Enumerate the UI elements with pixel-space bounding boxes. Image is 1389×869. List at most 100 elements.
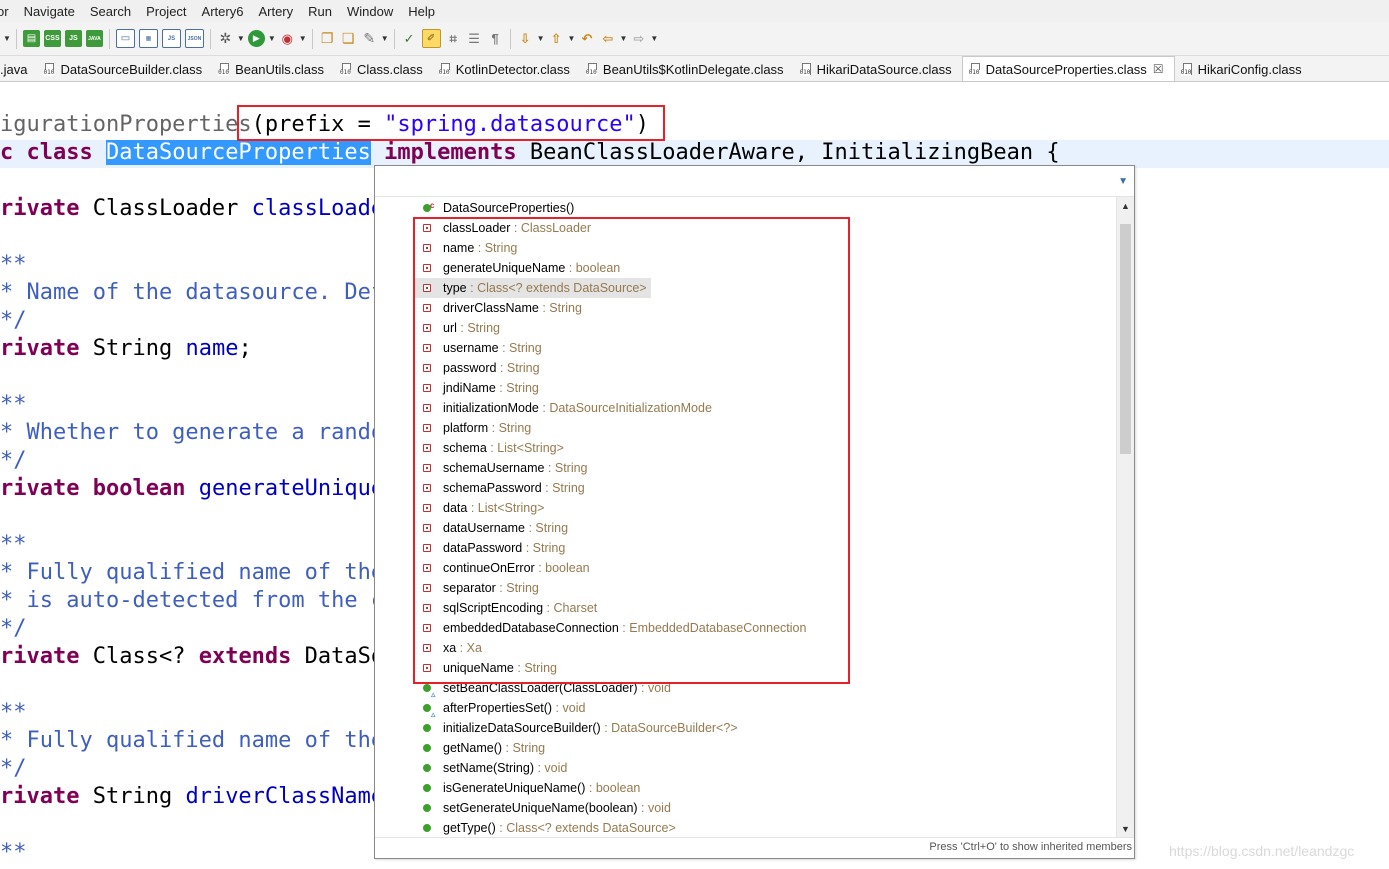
outline-item-name: schemaUsername [443,461,545,475]
js-file-icon[interactable]: JS [64,30,82,47]
tab-hikariconfig[interactable]: 010 HikariConfig.class [1175,57,1312,81]
outline-item[interactable]: schema : List<String> [415,438,568,458]
outline-item[interactable]: classLoader : ClassLoader [415,218,595,238]
outline-filter-input[interactable]: ▼ [375,166,1134,197]
search-icon[interactable]: ✎ [361,30,378,47]
menu-navigate[interactable]: Navigate [16,4,82,19]
outline-item[interactable]: isGenerateUniqueName() : boolean [415,778,644,798]
json-page-icon[interactable]: JSON [184,29,204,48]
show-whitespace-icon[interactable]: ¶ [487,30,504,47]
menu-window[interactable]: Window [339,4,400,19]
css-file-icon[interactable]: CSS [43,30,61,47]
forward-icon[interactable]: ⇨ [630,30,647,47]
outline-item[interactable]: ▵ afterPropertiesSet() : void [415,698,589,719]
outline-item[interactable]: initializeDataSourceBuilder() : DataSour… [415,718,742,738]
quick-outline-popup[interactable]: ▼ c DataSourceProperties() classLoader : C… [374,165,1135,859]
previous-annotation-icon[interactable]: ⇧ [548,30,565,47]
outline-item[interactable]: username : String [415,338,546,358]
outline-item[interactable]: sqlScriptEncoding : Charset [415,598,601,618]
outline-item[interactable]: uniqueName : String [415,658,561,678]
outline-item-name: xa [443,641,457,655]
last-edit-location-icon[interactable]: ↶ [578,30,595,47]
external-tools-icon[interactable]: ◉ [279,30,296,47]
css-page-icon[interactable]: ▦ [138,29,158,48]
back-icon[interactable]: ⇦ [599,30,616,47]
tab-datasourceproperties[interactable]: 010 DataSourceProperties.class ☒ [961,56,1175,81]
menu-artery[interactable]: Artery [250,4,300,19]
dropdown-arrow-icon[interactable]: ▼ [3,34,11,43]
menu-editor[interactable]: or [0,4,16,19]
dropdown-arrow-icon[interactable]: ▼ [381,34,389,43]
outline-item[interactable]: password : String [415,358,544,378]
debug-icon[interactable]: ✲ [217,30,234,47]
view-menu-icon[interactable]: ▼ [1118,176,1128,187]
outline-item[interactable]: dataUsername : String [415,518,572,538]
menu-project[interactable]: Project [138,4,193,19]
dropdown-arrow-icon[interactable]: ▼ [650,34,658,43]
open-resource-icon[interactable]: ❏ [340,30,357,47]
outline-item[interactable]: setName(String) : void [415,758,571,778]
scrollbar-thumb[interactable] [1120,224,1131,454]
tab-kotlindetector[interactable]: 010 KotlinDetector.class [433,57,580,81]
next-annotation-icon[interactable]: ⇩ [517,30,534,47]
outline-item[interactable]: continueOnError : boolean [415,558,594,578]
outline-item-type: String [467,321,500,335]
outline-tree[interactable]: c DataSourceProperties() classLoader : Cla… [375,197,1117,837]
tab-class[interactable]: 010 Class.class [334,57,433,81]
outline-item[interactable]: initializationMode : DataSourceInitializ… [415,398,716,418]
tab-beanutils[interactable]: 010 BeanUtils.class [212,57,334,81]
outline-item[interactable]: generateUniqueName : boolean [415,258,624,278]
outline-item[interactable]: url : String [415,318,504,338]
outline-type-separator: : [538,301,550,315]
scroll-up-icon[interactable]: ▲ [1117,197,1134,214]
tab-label: HikariDataSource.class [816,61,952,77]
outline-item[interactable]: ▵ setBeanClassLoader(ClassLoader) : void [415,678,675,699]
menu-search[interactable]: Search [82,4,138,19]
outline-item[interactable]: name : String [415,238,521,258]
run-icon[interactable]: ▶ [247,30,265,47]
outline-item[interactable]: embeddedDatabaseConnection : EmbeddedDat… [415,618,810,638]
outline-item[interactable]: type : Class<? extends DataSource> [415,278,651,298]
outline-item-type: ClassLoader [520,221,592,235]
outline-item-name: getType() [443,821,496,835]
open-type-icon[interactable]: ❐ [319,30,336,47]
dropdown-arrow-icon[interactable]: ▼ [568,34,576,43]
outline-item[interactable]: platform : String [415,418,535,438]
menu-artery6[interactable]: Artery6 [194,4,251,19]
toggle-mark-icon[interactable]: ✓ [401,30,418,47]
dropdown-arrow-icon[interactable]: ▼ [537,34,545,43]
menu-run[interactable]: Run [300,4,339,19]
close-icon[interactable]: ☒ [1153,62,1164,76]
outline-item[interactable]: getName() : String [415,738,549,758]
tab-label: BeanUtils$KotlinDelegate.class [602,61,784,77]
menu-help[interactable]: Help [400,4,442,19]
outline-item[interactable]: getType() : Class<? extends DataSource> [415,818,680,837]
outline-item[interactable]: driverClassName : String [415,298,586,318]
tab-beanutils-kotlindelegate[interactable]: 010 BeanUtils$KotlinDelegate.class [580,57,794,81]
outline-item[interactable]: schemaPassword : String [415,478,589,498]
dropdown-arrow-icon[interactable]: ▼ [268,34,276,43]
outline-item[interactable]: c DataSourceProperties() [415,198,578,218]
dropdown-arrow-icon[interactable]: ▼ [299,34,307,43]
highlight-icon[interactable]: ✐ [421,29,441,48]
outline-item[interactable]: dataPassword : String [415,538,569,558]
annotation-icon[interactable]: ☰ [466,30,483,47]
tab-hikaridatasource[interactable]: 010 HikariDataSource.class [794,57,962,81]
dropdown-arrow-icon[interactable]: ▼ [619,34,627,43]
dropdown-arrow-icon[interactable]: ▼ [237,34,245,43]
block-selection-icon[interactable]: ⌗ [445,30,462,47]
outline-item[interactable]: setGenerateUniqueName(boolean) : void [415,798,675,818]
tab-java[interactable]: .java [0,57,37,81]
js-page-icon[interactable]: JS [161,29,181,48]
outline-item[interactable]: xa : Xa [415,638,486,658]
scroll-down-icon[interactable]: ▼ [1117,820,1134,837]
outline-item[interactable]: data : List<String> [415,498,548,518]
tab-datasourcebuilder[interactable]: 010 DataSourceBuilder.class [37,57,212,81]
outline-item[interactable]: separator : String [415,578,543,598]
outline-item[interactable]: jndiName : String [415,378,543,398]
outline-scrollbar[interactable]: ▲ ▼ [1116,197,1134,837]
java-file-icon[interactable]: JAVA [85,30,103,47]
new-file-icon[interactable]: ▤ [22,30,40,47]
outline-item[interactable]: schemaUsername : String [415,458,592,478]
window-icon[interactable]: ▭ [115,29,135,48]
